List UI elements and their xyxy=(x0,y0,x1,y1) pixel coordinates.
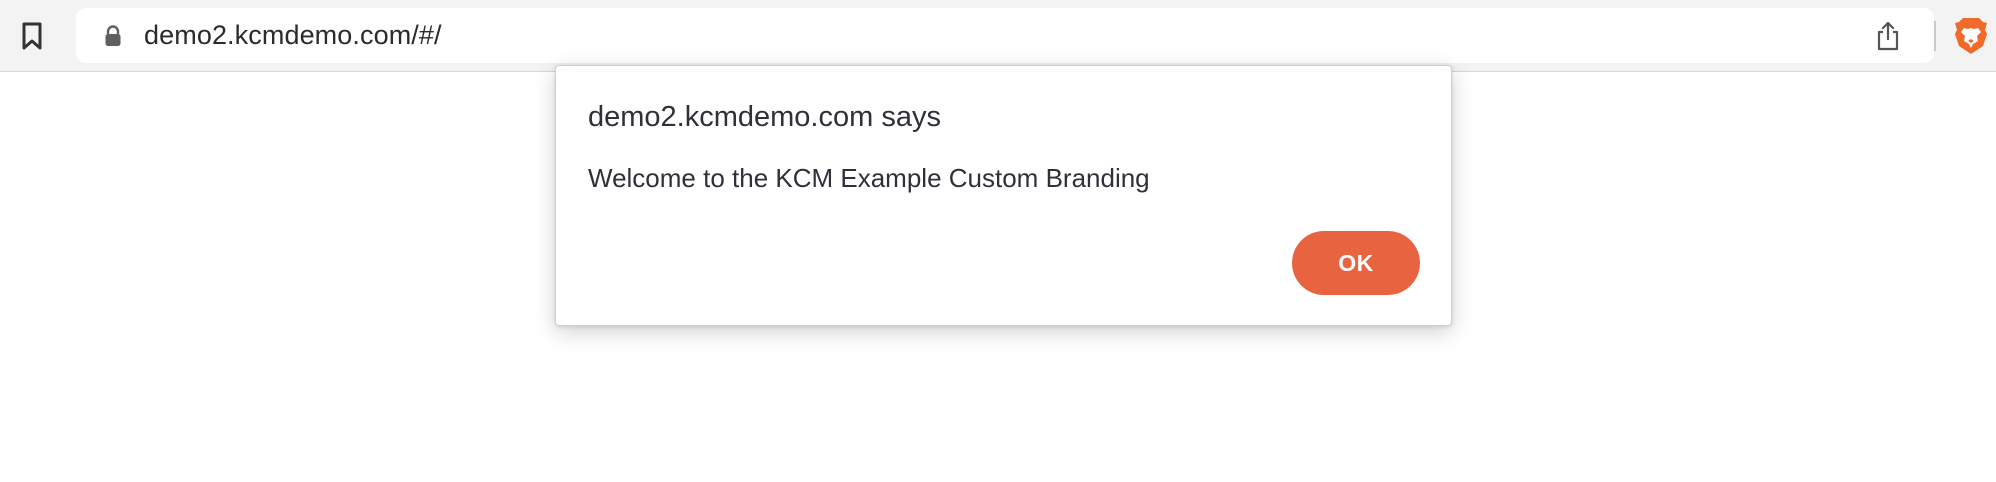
address-bar[interactable]: demo2.kcmdemo.com/#/ xyxy=(76,8,1987,63)
share-button[interactable] xyxy=(1872,19,1904,53)
brave-lion-icon xyxy=(1955,18,1987,54)
bookmark-icon xyxy=(22,22,42,50)
browser-toolbar: demo2.kcmdemo.com/#/ xyxy=(0,0,1996,72)
alert-dialog: demo2.kcmdemo.com says Welcome to the KC… xyxy=(555,65,1452,326)
bookmark-button[interactable] xyxy=(16,18,48,54)
ok-button[interactable]: OK xyxy=(1292,231,1420,295)
brave-shields-button[interactable] xyxy=(1952,17,1990,55)
dialog-title: demo2.kcmdemo.com says xyxy=(588,101,941,133)
toolbar-divider xyxy=(1934,21,1936,51)
lock-icon xyxy=(105,25,121,46)
dialog-message: Welcome to the KCM Example Custom Brandi… xyxy=(588,163,1150,193)
share-icon xyxy=(1877,21,1899,51)
url-text[interactable]: demo2.kcmdemo.com/#/ xyxy=(144,8,442,63)
